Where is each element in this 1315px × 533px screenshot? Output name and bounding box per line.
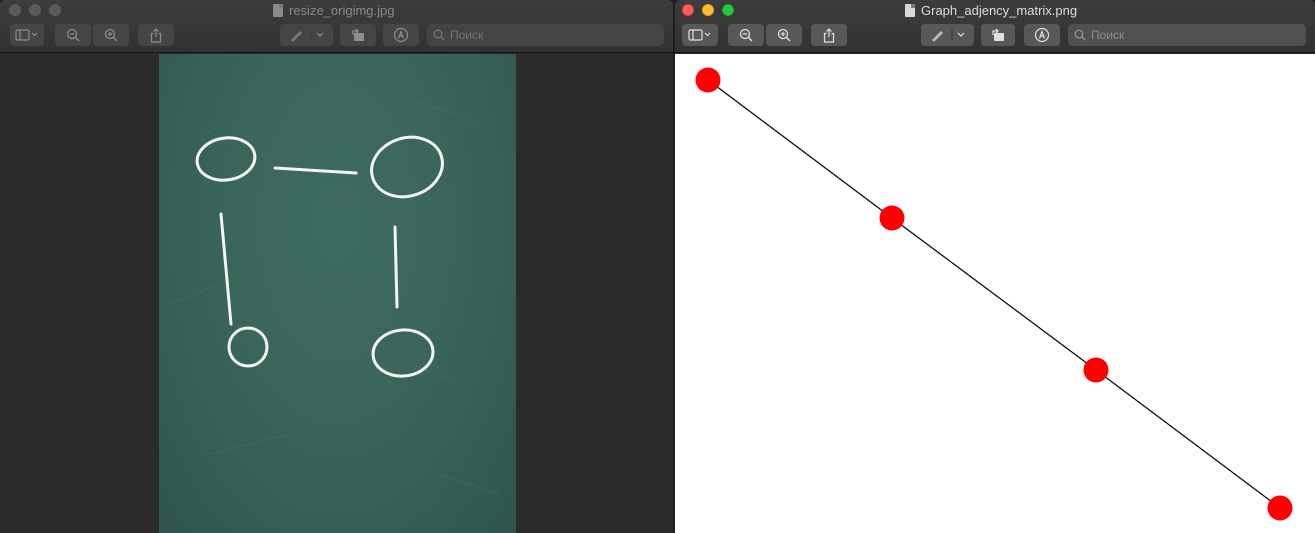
- minimize-button[interactable]: [702, 4, 714, 16]
- share-icon: [150, 27, 162, 43]
- pen-icon: [290, 29, 323, 42]
- markup-icon: [393, 27, 409, 43]
- zoom-in-button[interactable]: [766, 24, 802, 46]
- preview-window-left: resize_origimg.jpg: [0, 0, 673, 533]
- titlebar-toolbar: Graph_adjency_matrix.png: [675, 0, 1315, 53]
- chalkboard-photo: [159, 54, 516, 533]
- zoom-out-icon: [739, 28, 753, 42]
- zoom-out-button[interactable]: [55, 24, 91, 46]
- chalk-drawing: [168, 93, 500, 495]
- chalk-node-bottom-left: [227, 326, 269, 368]
- minimize-button[interactable]: [29, 4, 41, 16]
- graph-node: [1267, 495, 1293, 521]
- markup-toolbar-button[interactable]: [383, 24, 419, 46]
- window-title: Graph_adjency_matrix.png: [905, 2, 1077, 20]
- close-button[interactable]: [682, 4, 694, 16]
- preview-window-right: Graph_adjency_matrix.png: [675, 0, 1315, 533]
- graph-node: [1083, 357, 1109, 383]
- maximize-button[interactable]: [49, 4, 61, 16]
- search-icon: [1074, 29, 1086, 41]
- maximize-button[interactable]: [722, 4, 734, 16]
- graph-node: [879, 205, 905, 231]
- graph-edge: [1095, 369, 1281, 509]
- graph-edge: [707, 79, 893, 219]
- search-input[interactable]: [450, 28, 650, 42]
- zoom-out-button[interactable]: [728, 24, 764, 46]
- document-icon: [273, 4, 283, 17]
- window-title: resize_origimg.jpg: [273, 2, 395, 20]
- rotate-icon: [352, 28, 364, 41]
- sidebar-toggle-button[interactable]: [10, 24, 44, 46]
- document-icon: [905, 4, 915, 17]
- share-button[interactable]: [811, 24, 847, 46]
- search-input[interactable]: [1091, 28, 1291, 42]
- graph-edge: [891, 217, 1097, 371]
- chalk-edge-top: [273, 166, 358, 175]
- chalk-node-top-right: [370, 135, 444, 199]
- titlebar-toolbar: resize_origimg.jpg: [0, 0, 673, 53]
- share-icon: [823, 27, 835, 43]
- markup-pen-button[interactable]: [280, 24, 333, 46]
- search-field[interactable]: [427, 24, 664, 46]
- zoom-out-icon: [66, 28, 80, 42]
- graph-node: [695, 67, 721, 93]
- sidebar-icon: [688, 29, 711, 41]
- graph-plot-image: [695, 67, 1293, 521]
- zoom-in-icon: [104, 28, 118, 42]
- sidebar-toggle-button[interactable]: [682, 24, 718, 46]
- markup-icon: [1034, 27, 1050, 43]
- search-field[interactable]: [1068, 24, 1306, 46]
- rotate-button[interactable]: [981, 24, 1015, 46]
- close-button[interactable]: [9, 4, 21, 16]
- markup-toolbar-button[interactable]: [1024, 24, 1060, 46]
- chalk-edge-left: [219, 212, 233, 326]
- chalk-edge-right: [393, 225, 399, 309]
- zoom-in-icon: [777, 28, 791, 42]
- pen-icon: [931, 29, 964, 42]
- sidebar-icon: [15, 29, 38, 41]
- markup-pen-button[interactable]: [921, 24, 974, 46]
- rotate-button[interactable]: [340, 24, 376, 46]
- rotate-icon: [992, 28, 1004, 41]
- share-button[interactable]: [138, 24, 174, 46]
- zoom-in-button[interactable]: [93, 24, 129, 46]
- search-icon: [433, 29, 445, 41]
- image-viewport: [675, 54, 1315, 533]
- chalk-node-bottom-right: [371, 328, 435, 378]
- image-viewport: [0, 54, 673, 533]
